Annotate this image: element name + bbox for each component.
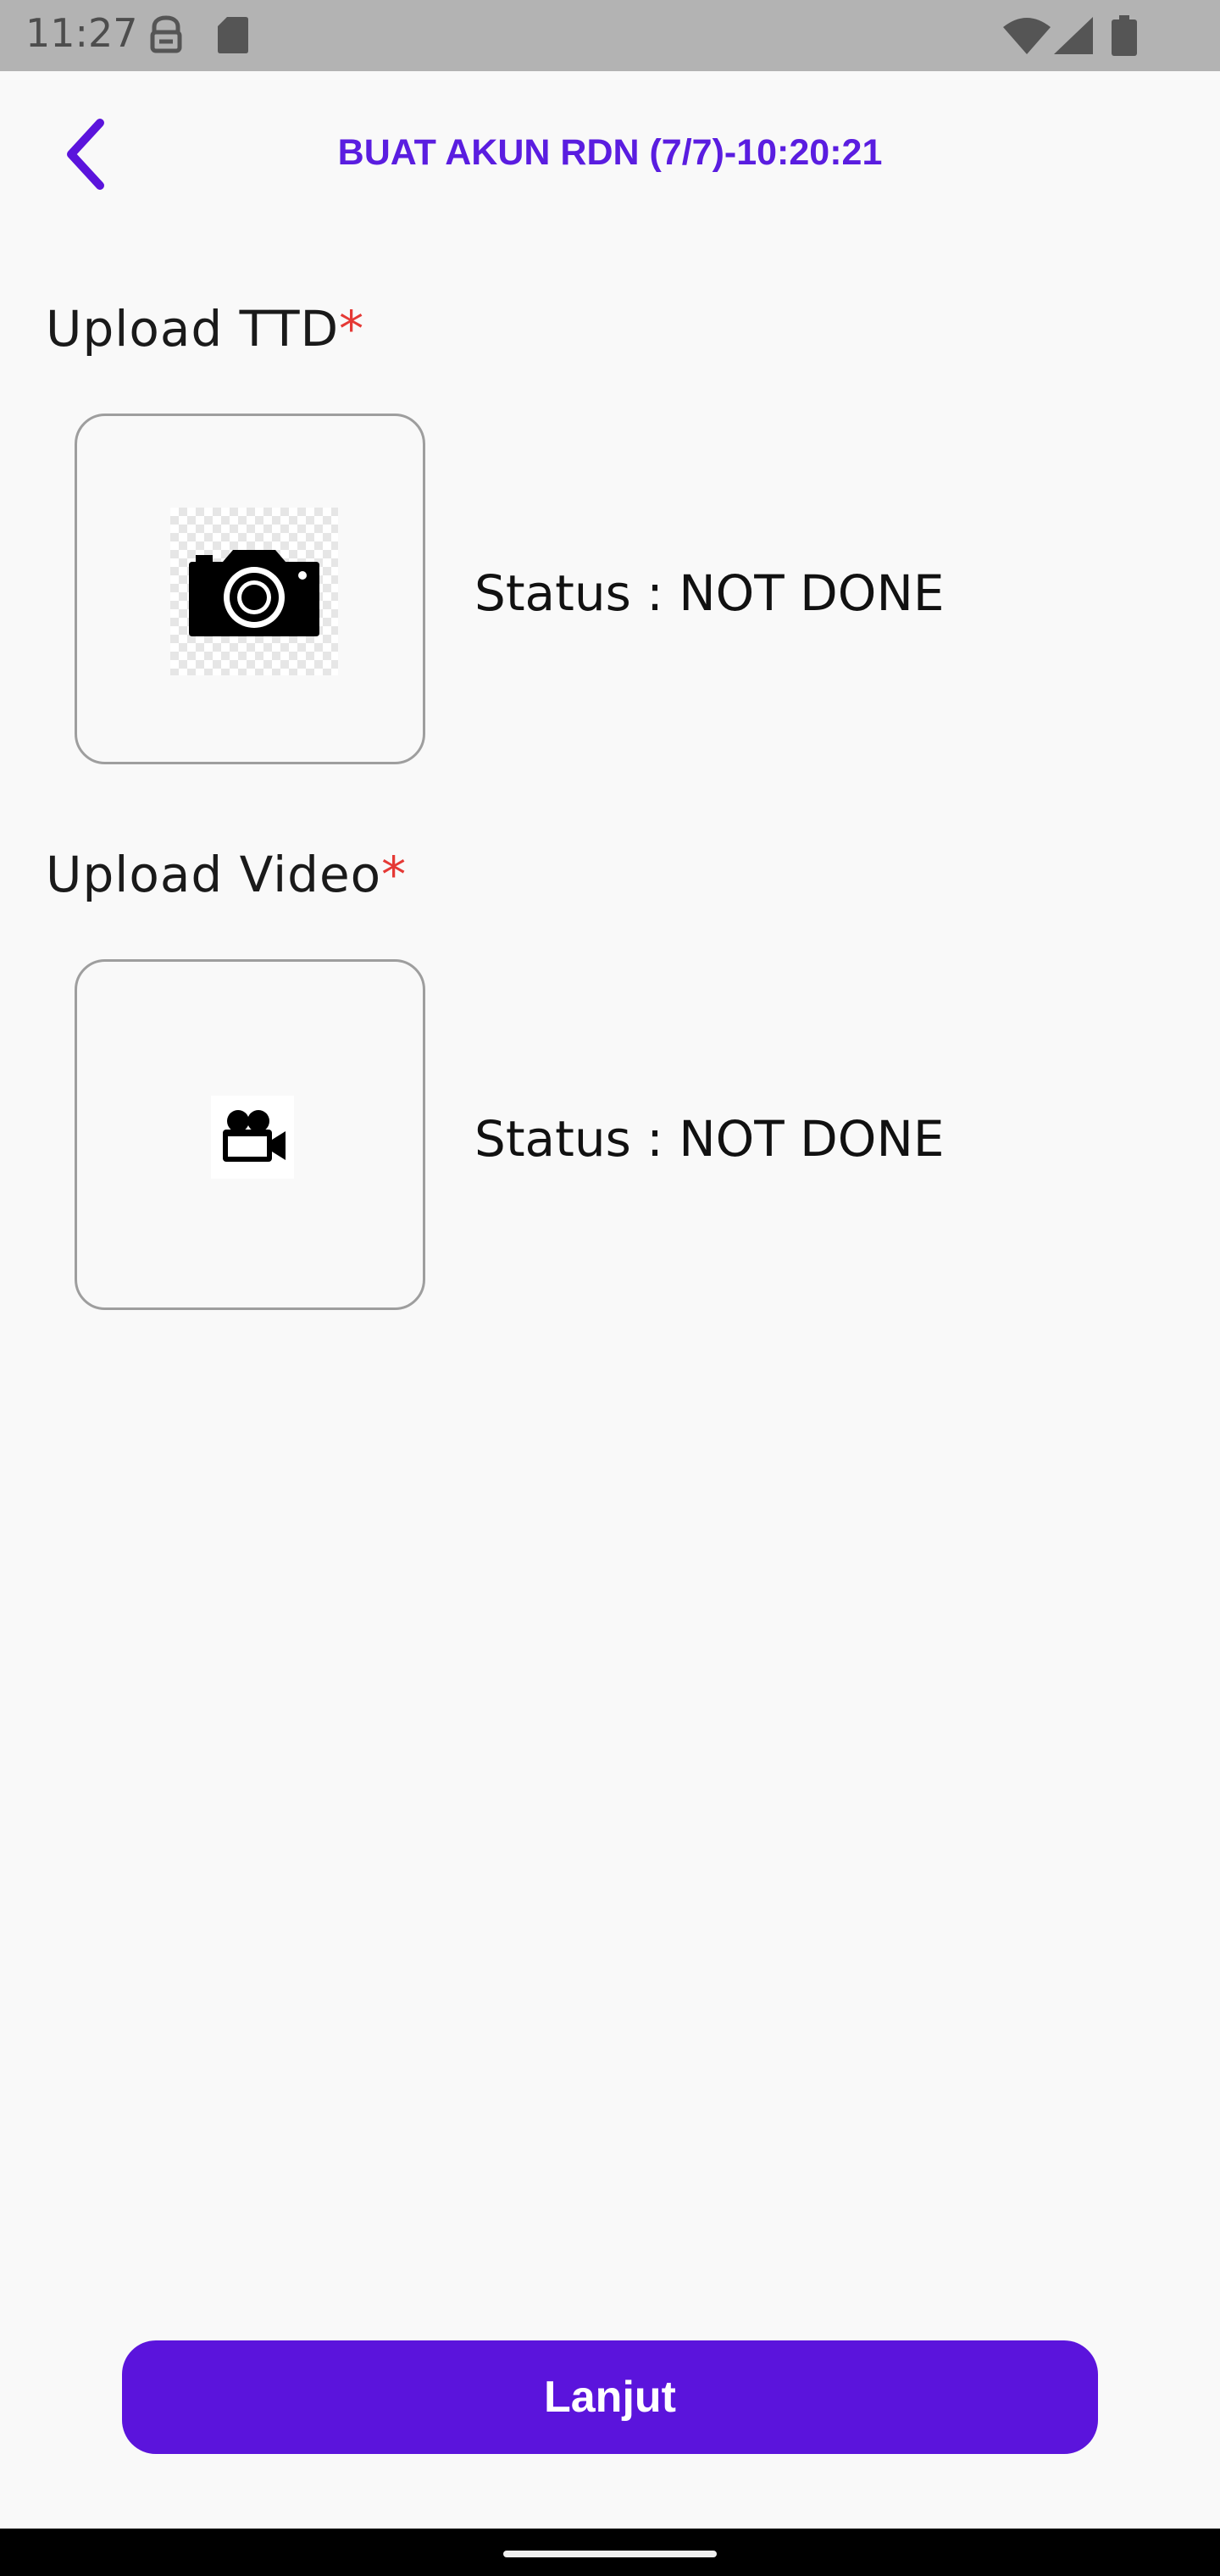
next-button[interactable]: Lanjut xyxy=(122,2340,1098,2454)
page-title: BUAT AKUN RDN (7/7)-10:20:21 xyxy=(337,132,883,173)
upload-video-status: Status : NOT DONE xyxy=(474,1110,945,1168)
status-time: 11:27 xyxy=(25,10,138,56)
required-mark: * xyxy=(381,846,408,903)
upload-video-box[interactable] xyxy=(75,959,425,1310)
system-nav-bar xyxy=(0,2529,1220,2576)
upload-ttd-box[interactable] xyxy=(75,414,425,764)
upload-ttd-status: Status : NOT DONE xyxy=(474,564,945,622)
sd-card-icon xyxy=(217,15,249,58)
wifi-icon xyxy=(1003,17,1051,58)
battery-icon xyxy=(1112,15,1137,60)
upload-ttd-label: Upload TTD* xyxy=(46,300,364,358)
status-bar: 11:27 xyxy=(0,0,1220,71)
upload-ttd-label-text: Upload TTD xyxy=(46,300,340,358)
upload-video-label-text: Upload Video xyxy=(46,846,382,903)
home-gesture-handle[interactable] xyxy=(503,2551,717,2557)
required-mark: * xyxy=(339,300,365,358)
video-camera-icon xyxy=(211,1096,294,1179)
camera-icon xyxy=(170,508,338,675)
app-header: BUAT AKUN RDN (7/7)-10:20:21 xyxy=(0,71,1220,241)
lock-badge-icon xyxy=(149,15,183,58)
upload-video-label: Upload Video* xyxy=(46,846,407,903)
signal-icon xyxy=(1054,17,1093,58)
